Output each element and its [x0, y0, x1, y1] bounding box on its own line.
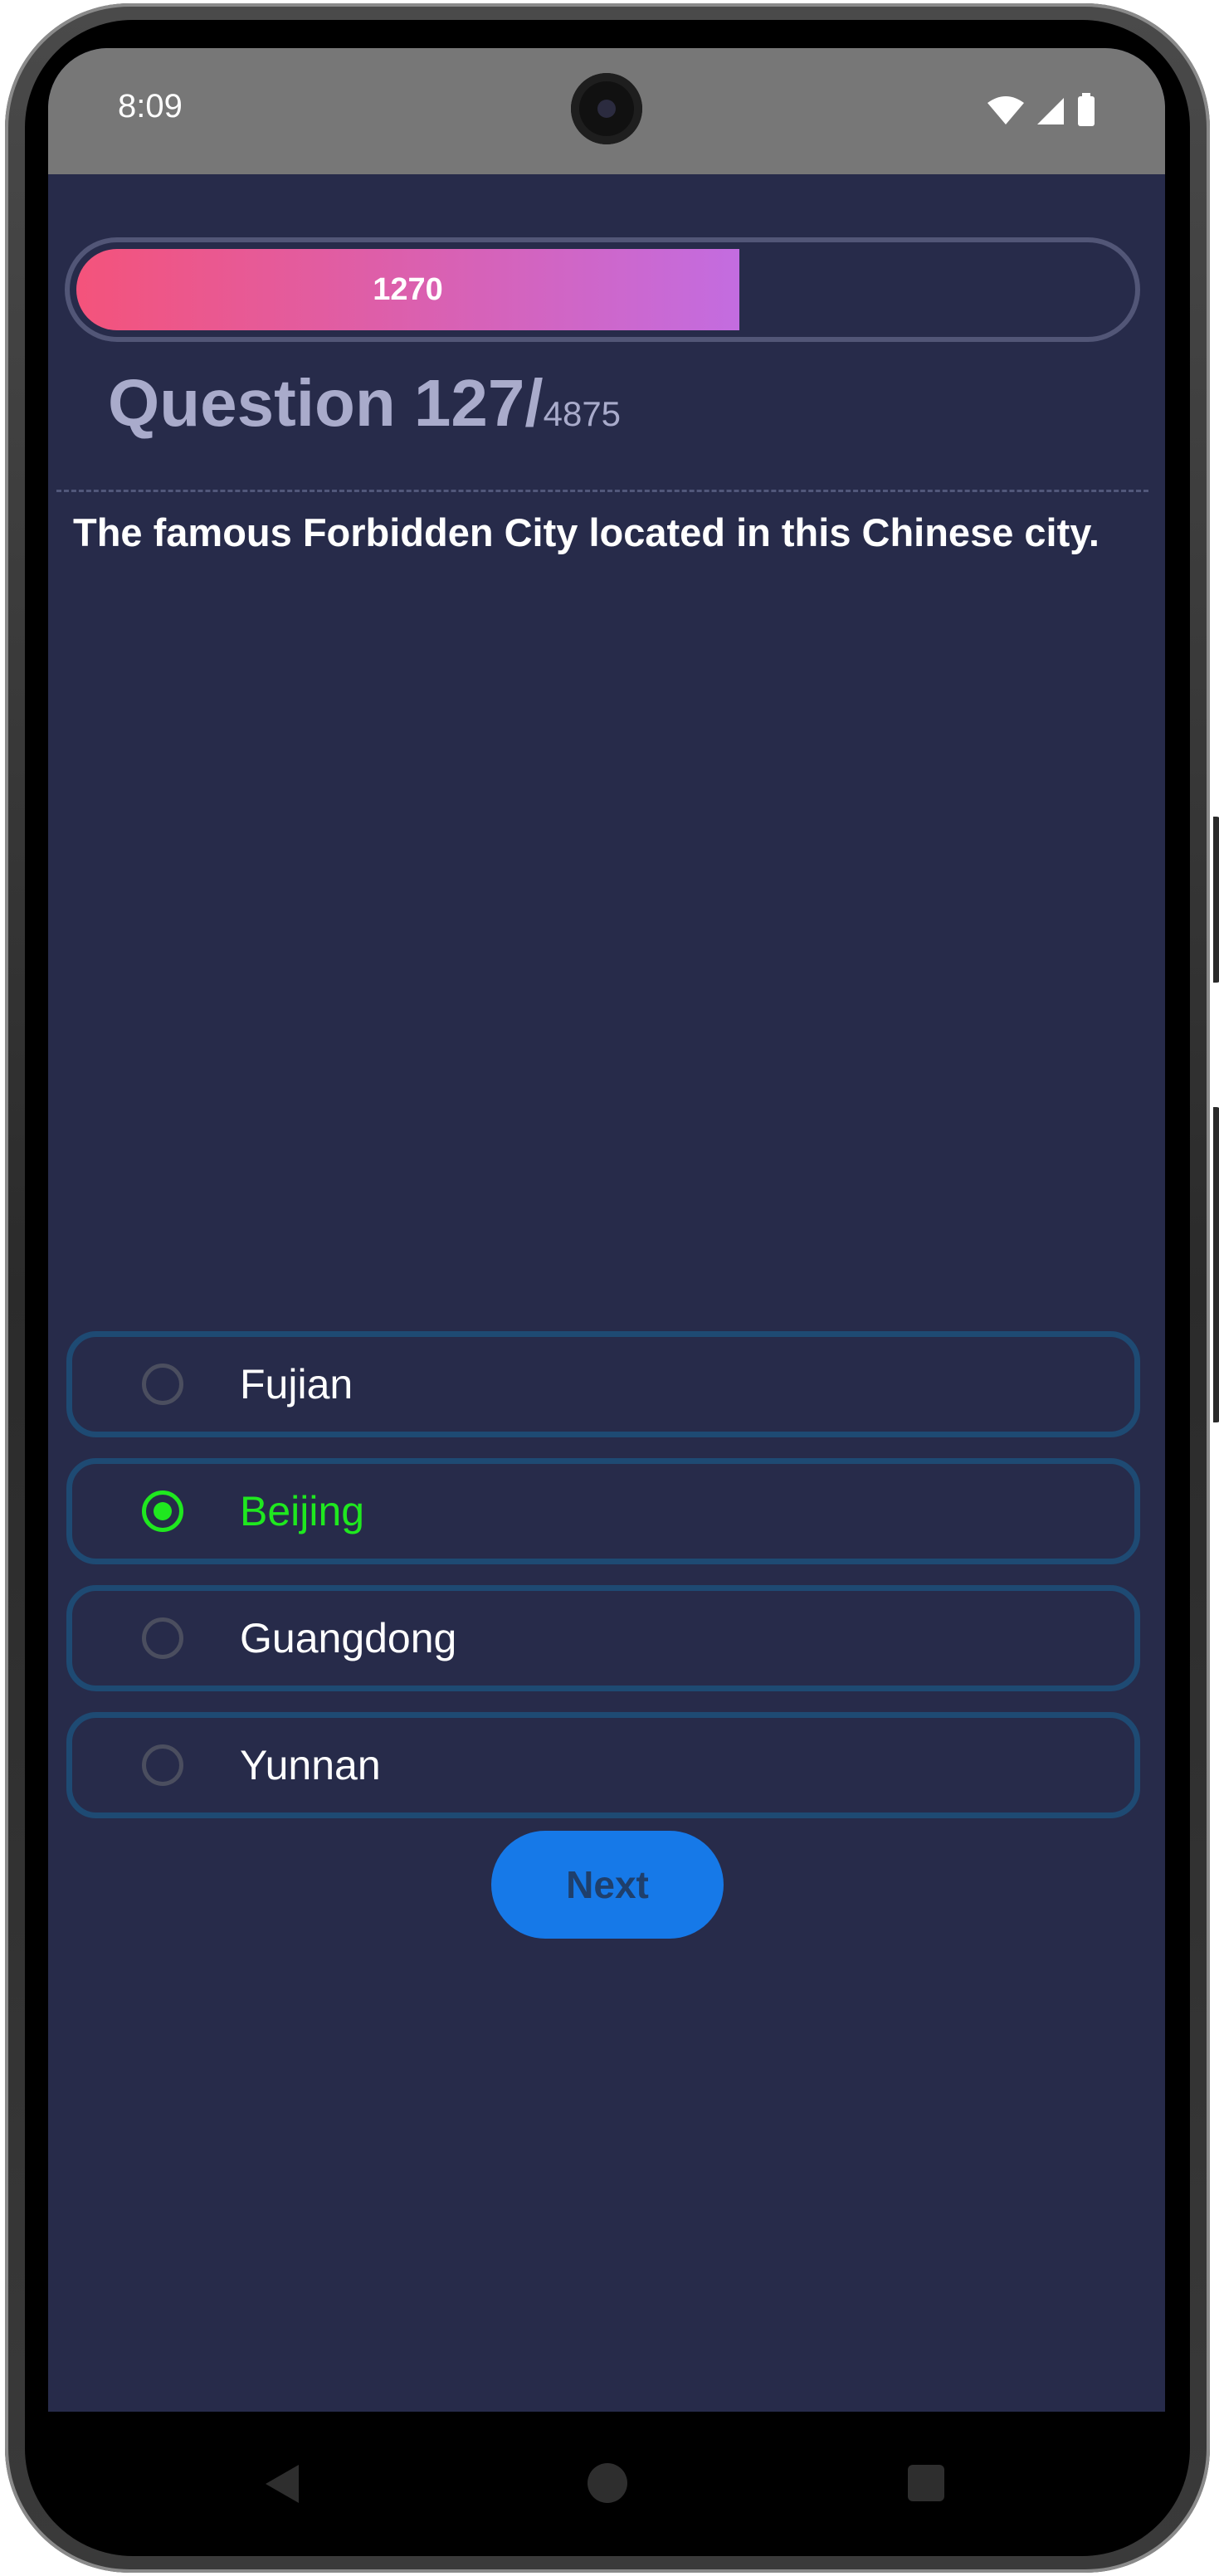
answer-option-guangdong[interactable]: Guangdong: [66, 1585, 1140, 1691]
power-button: [1213, 817, 1219, 983]
next-button[interactable]: Next: [491, 1831, 724, 1939]
question-counter: Question 127/4875: [108, 365, 621, 442]
divider: [56, 490, 1148, 492]
radio-button[interactable]: [142, 1744, 183, 1786]
status-time: 8:09: [118, 88, 183, 124]
status-bar: 8:09: [48, 48, 1165, 174]
back-icon[interactable]: [264, 2463, 300, 2505]
volume-button: [1213, 1107, 1219, 1422]
home-icon[interactable]: [588, 2463, 627, 2503]
status-icons: [987, 93, 1095, 126]
radio-button-checked[interactable]: [142, 1490, 183, 1532]
wifi-icon: [987, 96, 1024, 124]
battery-icon: [1078, 93, 1095, 126]
radio-button[interactable]: [142, 1364, 183, 1405]
option-label: Guangdong: [240, 1615, 457, 1661]
question-text: The famous Forbidden City located in thi…: [73, 510, 1100, 554]
option-label: Fujian: [240, 1361, 354, 1408]
recents-icon[interactable]: [908, 2465, 944, 2501]
quiz-content: 1270 Question 127/4875 The famous Forbid…: [48, 174, 1165, 2412]
navigation-bar: [48, 2412, 1165, 2553]
screen: 8:09 1270 Question 127/4875 The famous F…: [48, 48, 1165, 2412]
progress-value: 1270: [373, 271, 443, 307]
radio-button[interactable]: [142, 1617, 183, 1659]
answer-option-yunnan[interactable]: Yunnan: [66, 1712, 1140, 1818]
option-label: Yunnan: [240, 1742, 381, 1788]
question-number: Question 127/: [108, 366, 544, 440]
option-label: Beijing: [240, 1488, 365, 1534]
answer-option-fujian[interactable]: Fujian: [66, 1331, 1140, 1437]
signal-icon: [1037, 98, 1064, 124]
score-progress-bar: 1270: [65, 237, 1140, 342]
front-camera: [571, 73, 642, 144]
question-total: 4875: [543, 394, 622, 433]
answer-option-beijing[interactable]: Beijing: [66, 1458, 1140, 1564]
